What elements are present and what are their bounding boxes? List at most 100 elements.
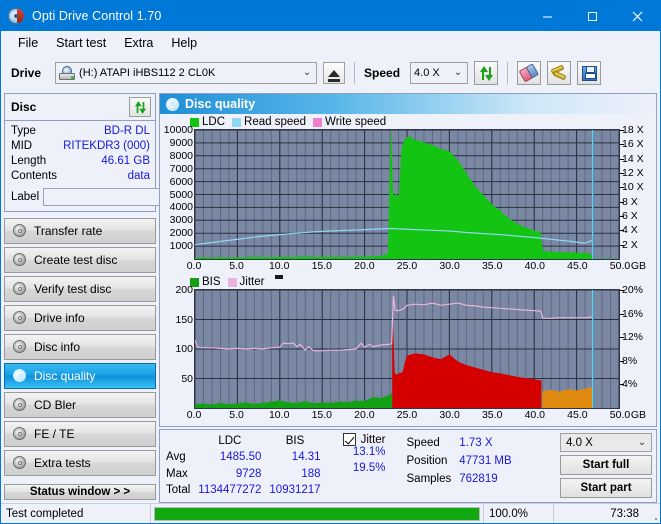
- stats-panel: LDC BIS Avg 1485.50 14.31 Max 9728 188 T…: [159, 429, 657, 503]
- legend-bis: BIS: [190, 276, 221, 288]
- resize-grip[interactable]: [644, 504, 660, 523]
- minimize-icon[interactable]: [525, 1, 570, 31]
- y2-tick-label: 14 X: [622, 152, 644, 165]
- elapsed-time: 73:38: [610, 507, 639, 520]
- sidebar-item-disc-quality[interactable]: Disc quality: [4, 363, 156, 389]
- readout-block: Speed 1.73 X Position 47731 MB Samples 7…: [402, 433, 517, 498]
- start-part-button[interactable]: Start part: [560, 478, 652, 498]
- chart-bottom-y-axis: 50 100 150 200: [160, 284, 198, 409]
- disc-row-mid: MID RITEKDR3 (000): [11, 139, 150, 154]
- test-speed-select[interactable]: 4.0 X ⌄: [560, 433, 652, 453]
- disc-mid-label: MID: [11, 140, 33, 152]
- sidebar-item-cd-bler[interactable]: CD Bler: [4, 392, 156, 418]
- test-speed-value: 4.0 X: [566, 436, 593, 449]
- menu-item-start-test[interactable]: Start test: [47, 33, 115, 53]
- sidebar-item-label: Disc quality: [34, 369, 96, 383]
- readout-position-label: Position: [406, 455, 448, 467]
- disc-refresh-button[interactable]: [129, 97, 151, 117]
- sidebar-item-extra-tests[interactable]: Extra tests: [4, 450, 156, 476]
- start-full-button[interactable]: Start full: [560, 455, 652, 476]
- x-tick-label: 30.0: [439, 260, 460, 272]
- stats-avg-bis: 14.31: [291, 451, 321, 464]
- y2-tick: [620, 130, 624, 131]
- erase-button[interactable]: [517, 61, 542, 85]
- chevron-down-icon: ⌄: [453, 67, 463, 78]
- x-tick-label: 30.0: [439, 409, 460, 421]
- y2-tick: [620, 144, 624, 146]
- status-window-button[interactable]: Status window > >: [4, 484, 156, 500]
- sidebar: Disc Type BD-R DL MID RITEKDR3 (000) Len…: [1, 91, 246, 503]
- panel-title: Disc quality: [185, 97, 256, 111]
- stats-total-bis: 10931217: [269, 483, 321, 496]
- x-tick-label: 40.0: [524, 409, 546, 421]
- sidebar-item-drive-info[interactable]: Drive info: [4, 305, 156, 331]
- stats-row-label-total: Total: [166, 483, 191, 496]
- legend-label-write-speed: Write speed: [325, 116, 387, 128]
- y2-tick-label: 12%: [622, 331, 644, 344]
- jitter-label: Jitter: [360, 433, 386, 446]
- disc-quality-panel: Disc quality LDC Read speed Write speed …: [159, 93, 657, 427]
- readout-row-position: Position 47731 MB: [404, 453, 515, 469]
- x-tick-label: 5.0: [229, 260, 244, 272]
- jitter-toggle[interactable]: Jitter: [342, 433, 386, 446]
- sidebar-item-label: Drive info: [34, 311, 85, 325]
- sidebar-item-fe-te[interactable]: FE / TE: [4, 421, 156, 447]
- tools-button[interactable]: [547, 61, 572, 85]
- legend-swatch-write-speed: [313, 117, 323, 127]
- refresh-button[interactable]: [474, 61, 499, 85]
- x-tick-label: 40.0: [524, 260, 546, 272]
- drive-select[interactable]: (H:) ATAPI iHBS112 2 CL0K ⌄: [55, 62, 318, 84]
- readout-speed-value: 1.73 X: [459, 437, 493, 449]
- menu-item-file[interactable]: File: [9, 33, 47, 53]
- legend-ldc: LDC: [190, 116, 225, 128]
- sidebar-item-create-test-disc[interactable]: Create test disc: [4, 247, 156, 273]
- disc-length-value: 46.61 GB: [101, 155, 150, 167]
- legend-jitter: Jitter: [227, 276, 264, 288]
- close-icon[interactable]: [615, 1, 660, 31]
- app-window: Opti Drive Control 1.70 File Start test …: [0, 0, 661, 524]
- eject-button[interactable]: [323, 62, 346, 84]
- disc-length-label: Length: [11, 155, 47, 167]
- x-tick-label: 45.0: [567, 260, 588, 272]
- menu-item-help[interactable]: Help: [162, 33, 206, 53]
- y2-tick: [620, 230, 624, 232]
- chart-top-plot[interactable]: [194, 129, 620, 260]
- toolbar: Drive (H:) ATAPI iHBS112 2 CL0K ⌄ Speed …: [1, 55, 660, 91]
- menu-item-extra[interactable]: Extra: [115, 33, 162, 53]
- y2-tick-label: 20%: [622, 284, 644, 296]
- disc-contents-label: Contents: [11, 170, 58, 182]
- y2-tick: [620, 384, 624, 386]
- speed-label: Speed: [364, 66, 401, 80]
- x-tick-label: 35.0: [481, 260, 503, 272]
- stats-row-label-max: Max: [166, 467, 188, 480]
- legend-swatch-read-speed: [232, 117, 242, 127]
- disc-info-panel: Disc Type BD-R DL MID RITEKDR3 (000) Len…: [4, 93, 246, 212]
- jitter-checkbox[interactable]: [342, 433, 356, 446]
- y2-tick-label: 12 X: [622, 167, 644, 179]
- x-tick-label: 15.0: [311, 260, 333, 272]
- legend-label-bis: BIS: [202, 276, 221, 288]
- x-tick-label: 0.0: [186, 409, 202, 421]
- disc-icon: [13, 456, 27, 470]
- chart-bottom-plot[interactable]: [194, 289, 620, 409]
- sidebar-item-verify-test-disc[interactable]: Verify test disc: [4, 276, 156, 302]
- status-bar: Test completed 100.0% 73:38: [1, 503, 660, 523]
- sidebar-item-transfer-rate[interactable]: Transfer rate: [4, 218, 156, 244]
- x-tick-label: 0.0: [186, 260, 202, 272]
- table-row: Avg 1485.50 14.31: [164, 449, 325, 465]
- save-button[interactable]: [577, 61, 602, 85]
- disc-icon: [13, 282, 27, 296]
- speed-select-value: 4.0 X: [414, 67, 440, 79]
- refresh-icon: [479, 65, 494, 81]
- table-row: Total 1134477272 10931217: [164, 482, 325, 498]
- legend-read-speed: Read speed: [232, 116, 306, 128]
- charts-area: LDC Read speed Write speed 1000 2000 3000 4…: [160, 114, 656, 426]
- maximize-icon[interactable]: [570, 1, 615, 31]
- y-tick-label: 5000: [169, 188, 193, 201]
- y2-tick: [620, 187, 624, 189]
- speed-select[interactable]: 4.0 X ⌄: [410, 62, 469, 84]
- y2-tick: [620, 158, 624, 160]
- sidebar-item-disc-info[interactable]: Disc info: [4, 334, 156, 360]
- sidebar-item-label: FE / TE: [34, 427, 75, 441]
- y2-tick-label: 2 X: [622, 238, 638, 251]
